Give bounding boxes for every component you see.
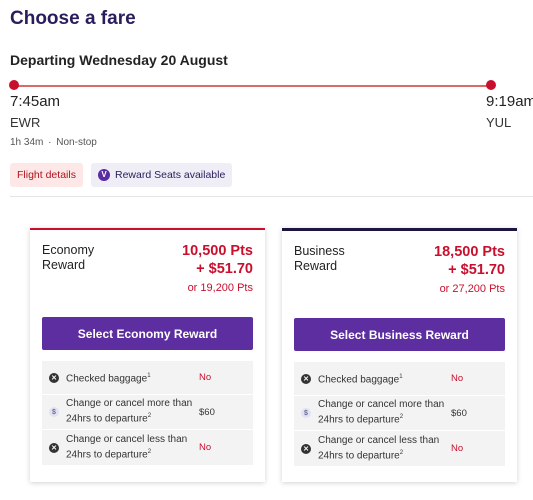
feature-row: ✕ Change or cancel less than 24hrs to de… [42, 430, 253, 465]
feature-row: ✕ Checked baggage1 No [42, 361, 253, 394]
select-economy-reward-button[interactable]: Select Economy Reward [42, 317, 253, 350]
departure-time: 7:45am [10, 93, 61, 110]
departure-dot-icon [9, 80, 19, 90]
select-business-reward-button[interactable]: Select Business Reward [294, 318, 505, 351]
page-title: Choose a fare [10, 8, 136, 29]
fare-card-business: Business Reward 18,500 Pts + $51.70 or 2… [282, 228, 517, 482]
departure-airport-code: EWR [10, 115, 41, 130]
feature-label: Checked baggage1 [66, 372, 151, 385]
feature-row: ✕ Change or cancel less than 24hrs to de… [294, 431, 505, 466]
feature-row: $ Change or cancel more than 24hrs to de… [294, 396, 505, 430]
fare-points: 18,500 Pts [434, 244, 505, 260]
fare-cash: + $51.70 [448, 262, 505, 278]
fare-price: 10,500 Pts + $51.70 or 19,200 Pts [182, 242, 253, 297]
fare-alternative-points: or 19,200 Pts [187, 282, 253, 294]
section-divider [10, 196, 533, 197]
fare-cash: + $51.70 [196, 261, 253, 277]
fare-price: 18,500 Pts + $51.70 or 27,200 Pts [434, 243, 505, 298]
feature-row: ✕ Checked baggage1 No [294, 362, 505, 395]
reward-seats-badge: V Reward Seats available [91, 163, 233, 187]
feature-value: No [451, 443, 464, 454]
feature-value: $60 [199, 406, 215, 418]
feature-value: No [199, 442, 212, 453]
feature-value: No [451, 373, 464, 384]
arrival-time: 9:19am [486, 93, 533, 110]
fare-card-economy: Economy Reward 10,500 Pts + $51.70 or 19… [30, 228, 265, 482]
feature-row: $ Change or cancel more than 24hrs to de… [42, 395, 253, 429]
dollar-circle-icon: $ [301, 408, 311, 418]
feature-label: Change or cancel less than 24hrs to depa… [66, 433, 188, 461]
feature-label: Change or cancel more than 24hrs to depa… [318, 399, 445, 426]
feature-value: No [199, 372, 212, 383]
flight-stops: Non-stop [56, 137, 97, 148]
arrival-dot-icon [486, 80, 496, 90]
fare-alternative-points: or 27,200 Pts [439, 283, 505, 295]
flight-meta: 1h 34m · Non-stop [10, 137, 97, 148]
feature-label: Checked baggage1 [318, 373, 403, 386]
reward-seats-label: Reward Seats available [115, 169, 226, 181]
arrival-airport-code: YUL [486, 115, 512, 130]
feature-value: $60 [451, 407, 467, 419]
velocity-icon: V [98, 169, 110, 181]
cabin-name: Economy Reward [42, 243, 95, 272]
route-line [14, 85, 491, 87]
cabin-name: Business Reward [294, 244, 345, 273]
x-circle-icon: ✕ [49, 442, 59, 453]
feature-label: Change or cancel more than 24hrs to depa… [66, 398, 193, 425]
flight-details-link[interactable]: Flight details [10, 163, 83, 187]
meta-separator: · [48, 137, 52, 148]
x-circle-icon: ✕ [301, 443, 311, 454]
dollar-circle-icon: $ [49, 407, 59, 417]
x-circle-icon: ✕ [301, 373, 311, 384]
fare-points: 10,500 Pts [182, 243, 253, 259]
departing-date-heading: Departing Wednesday 20 August [10, 52, 228, 68]
feature-label: Change or cancel less than 24hrs to depa… [318, 434, 440, 462]
flight-duration: 1h 34m [10, 137, 44, 148]
x-circle-icon: ✕ [49, 372, 59, 383]
